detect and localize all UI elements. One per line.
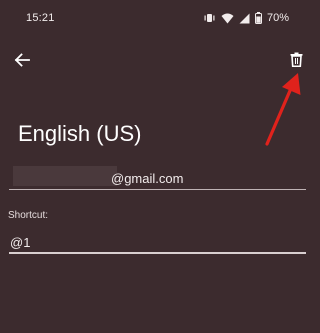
email-field[interactable]: @gmail.com [9,166,306,190]
shortcut-value: @1 [10,235,31,250]
signal-icon [239,13,250,24]
shortcut-input[interactable]: @1 [9,231,306,254]
status-bar: 15:21 70% [0,0,315,38]
status-icons: 70% [203,11,289,25]
wifi-icon [221,13,234,24]
battery-percent: 70% [266,12,289,24]
battery-icon [254,12,262,24]
redacted-email-username [13,166,117,186]
status-time: 15:21 [26,12,55,24]
email-value: @gmail.com [111,171,184,186]
delete-button[interactable] [284,50,308,74]
vibrate-icon [203,13,216,23]
page-title: English (US) [18,121,142,146]
back-arrow-icon [14,52,30,72]
shortcut-label: Shortcut: [8,210,49,221]
trash-icon [290,52,303,72]
annotation-arrow-icon [262,72,304,151]
back-button[interactable] [10,50,34,74]
